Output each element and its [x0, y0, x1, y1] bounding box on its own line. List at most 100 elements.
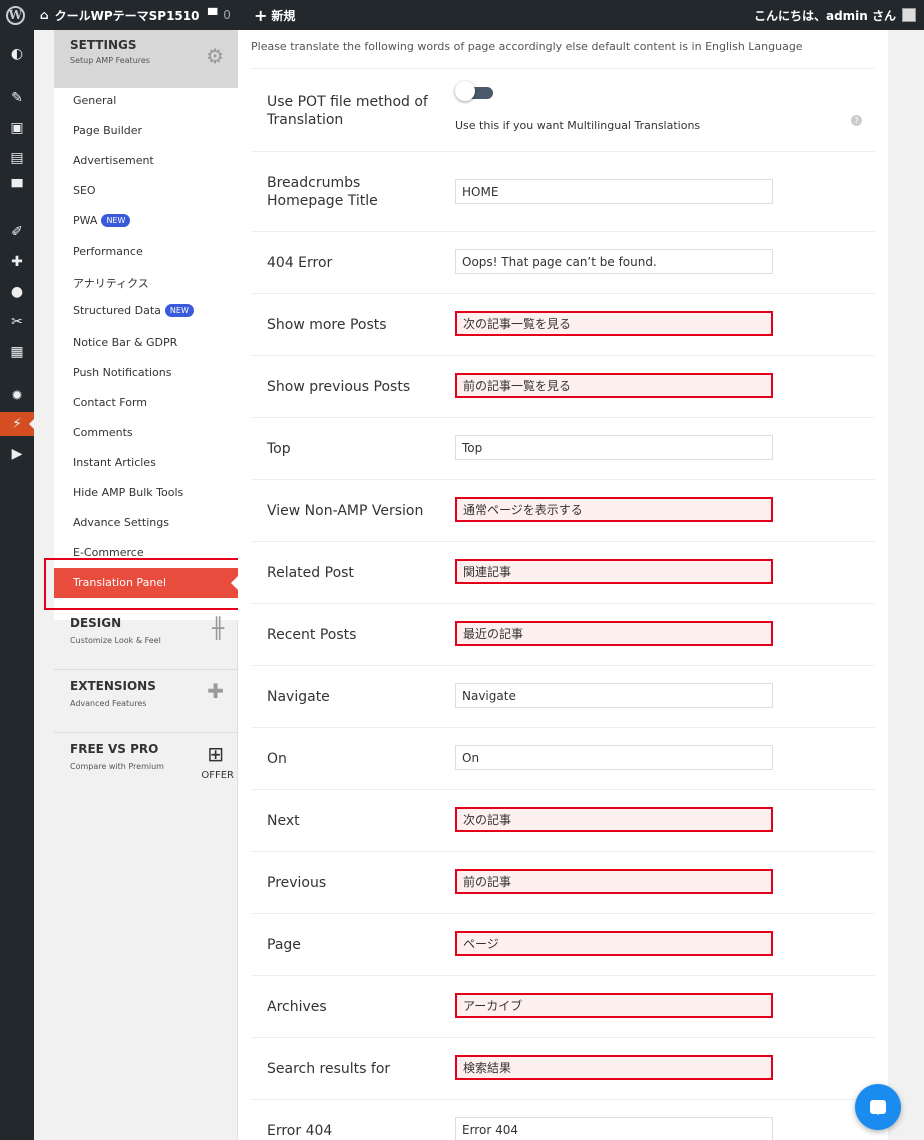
show-previous-posts-input[interactable]: 前の記事一覧を見る — [455, 373, 773, 398]
field-row: Next 次の記事 — [251, 789, 875, 851]
next-input[interactable]: 次の記事 — [455, 807, 773, 832]
nav-item-advance-settings[interactable]: Advance Settings — [73, 516, 169, 529]
comments-link[interactable]: ▀ 0 — [208, 0, 231, 30]
on-input[interactable]: On — [455, 745, 773, 770]
design-section[interactable]: DESIGN Customize Look & Feel ╫ — [54, 608, 238, 670]
field-row: Recent Posts 最近の記事 — [251, 603, 875, 665]
users-icon[interactable]: ● — [0, 280, 34, 304]
admin-bar: W ⌂ クールWPテーマSP1510 ▀ 0 + 新規 こんにちは、admin … — [0, 0, 924, 30]
field-row: View Non-AMP Version 通常ページを表示する — [251, 479, 875, 541]
404-error-input[interactable]: Oops! That page can’t be found. — [455, 249, 773, 274]
field-label: Show more Posts — [267, 317, 387, 333]
field-label: Search results for — [267, 1061, 391, 1077]
field-label: Error 404 — [267, 1123, 333, 1139]
comments-menu-icon[interactable]: ▀ — [0, 176, 34, 200]
site-name: クールWPテーマSP1510 — [54, 8, 200, 23]
field-label: Next — [267, 813, 300, 829]
settings-menu-icon[interactable]: ▦ — [0, 340, 34, 364]
error-404-input[interactable]: Error 404 — [455, 1117, 773, 1140]
play-icon[interactable]: ▶ — [0, 442, 34, 466]
field-row: 404 Error Oops! That page can’t be found… — [251, 231, 875, 293]
dashboard-icon[interactable]: ◐ — [0, 42, 34, 66]
gear-menu-icon[interactable]: ✹ — [0, 384, 34, 408]
extensions-section[interactable]: EXTENSIONS Advanced Features ✚ — [54, 671, 238, 733]
page-input[interactable]: ページ — [455, 931, 773, 956]
pot-help-text: Use this if you want Multilingual Transl… — [455, 119, 701, 132]
intro-text: Please translate the following words of … — [251, 40, 803, 53]
home-icon: ⌂ — [40, 8, 49, 22]
amp-icon[interactable]: ⚡ — [0, 412, 35, 436]
field-row: On On — [251, 727, 875, 789]
field-row: Related Post 関連記事 — [251, 541, 875, 603]
field-label: Archives — [267, 999, 327, 1015]
new-content-button[interactable]: + 新規 — [254, 0, 295, 30]
show-more-posts-input[interactable]: 次の記事一覧を見る — [455, 311, 773, 336]
field-label: View Non-AMP Version — [267, 503, 424, 519]
admin-menu: ◐ ✎ ▣ ▤ ▀ ✐ ✚ ● ✂ ▦ ✹ ⚡ ▶ — [0, 30, 35, 1140]
field-row: Show more Posts 次の記事一覧を見る — [251, 293, 875, 355]
media-icon[interactable]: ▣ — [0, 116, 34, 140]
field-row: Navigate Navigate — [251, 665, 875, 727]
previous-input[interactable]: 前の記事 — [455, 869, 773, 894]
appearance-icon[interactable]: ✐ — [0, 220, 34, 244]
comment-icon: ▀ — [208, 8, 218, 22]
search-results-input[interactable]: 検索結果 — [455, 1055, 773, 1080]
site-name-link[interactable]: ⌂ クールWPテーマSP1510 — [40, 0, 199, 30]
avatar — [902, 8, 916, 22]
plus-icon: + — [254, 5, 268, 25]
recent-posts-input[interactable]: 最近の記事 — [455, 621, 773, 646]
nav-item-general[interactable]: General — [73, 94, 116, 107]
pin-icon[interactable]: ✎ — [0, 86, 34, 110]
nav-item-instant-articles[interactable]: Instant Articles — [73, 456, 156, 469]
equalizer-icon: ╫ — [211, 616, 224, 640]
nav-item-performance[interactable]: Performance — [73, 245, 143, 258]
account-menu[interactable]: こんにちは、admin さん — [754, 0, 916, 30]
chat-button[interactable] — [855, 1084, 901, 1130]
field-label: Breadcrumbs Homepage Title — [267, 175, 378, 209]
plugins-icon[interactable]: ✚ — [0, 250, 34, 274]
question-icon[interactable]: ? — [851, 115, 862, 126]
field-label: Top — [267, 441, 291, 457]
nav-item-push-notifications[interactable]: Push Notifications — [73, 366, 171, 379]
wordpress-icon: W — [6, 5, 25, 25]
field-label: Recent Posts — [267, 627, 357, 643]
field-label: Previous — [267, 875, 327, 891]
page-gutter — [888, 30, 924, 1140]
field-row: Search results for 検索結果 — [251, 1037, 875, 1099]
nav-item-structured-data[interactable]: Structured Data NEW — [73, 304, 194, 317]
navigate-input[interactable]: Navigate — [455, 683, 773, 708]
tools-icon[interactable]: ✂ — [0, 310, 34, 334]
highlight-outline — [44, 558, 248, 610]
wordpress-menu[interactable]: W — [6, 0, 26, 30]
view-non-amp-input[interactable]: 通常ページを表示する — [455, 497, 773, 522]
nav-item-advertisement[interactable]: Advertisement — [73, 154, 154, 167]
field-label: Show previous Posts — [267, 379, 411, 395]
new-badge: NEW — [101, 214, 131, 227]
field-row: Error 404 Error 404 — [251, 1099, 875, 1140]
pages-icon[interactable]: ▤ — [0, 146, 34, 170]
howdy-text: こんにちは、admin さん — [753, 8, 896, 23]
field-row: Top Top — [251, 417, 875, 479]
nav-item-comments[interactable]: Comments — [73, 426, 133, 439]
related-post-input[interactable]: 関連記事 — [455, 559, 773, 584]
nav-item-hide-amp-bulk-tools[interactable]: Hide AMP Bulk Tools — [73, 486, 183, 499]
offer-label: OFFER — [201, 770, 234, 781]
nav-item-seo[interactable]: SEO — [73, 184, 96, 197]
field-label: Page — [267, 937, 301, 953]
field-row: Previous 前の記事 — [251, 851, 875, 913]
archives-input[interactable]: アーカイブ — [455, 993, 773, 1018]
nav-item-pwa[interactable]: PWA NEW — [73, 214, 131, 227]
pot-toggle[interactable] — [455, 81, 493, 101]
breadcrumbs-title-input[interactable]: HOME — [455, 179, 773, 204]
nav-item-contact-form[interactable]: Contact Form — [73, 396, 147, 409]
free-vs-pro-section[interactable]: FREE VS PRO Compare with Premium ⊞ OFFER — [54, 734, 238, 796]
nav-item-notice-bar[interactable]: Notice Bar & GDPR — [73, 336, 177, 349]
nav-item-page-builder[interactable]: Page Builder — [73, 124, 142, 137]
nav-item-analytics[interactable]: アナリティクス — [73, 275, 149, 291]
field-label: On — [267, 751, 287, 767]
settings-section-header[interactable]: SETTINGS Setup AMP Features ⚙ — [54, 30, 238, 88]
top-input[interactable]: Top — [455, 435, 773, 460]
field-label: 404 Error — [267, 255, 333, 271]
gift-icon: ⊞ — [207, 742, 224, 766]
field-row: Page ページ — [251, 913, 875, 975]
